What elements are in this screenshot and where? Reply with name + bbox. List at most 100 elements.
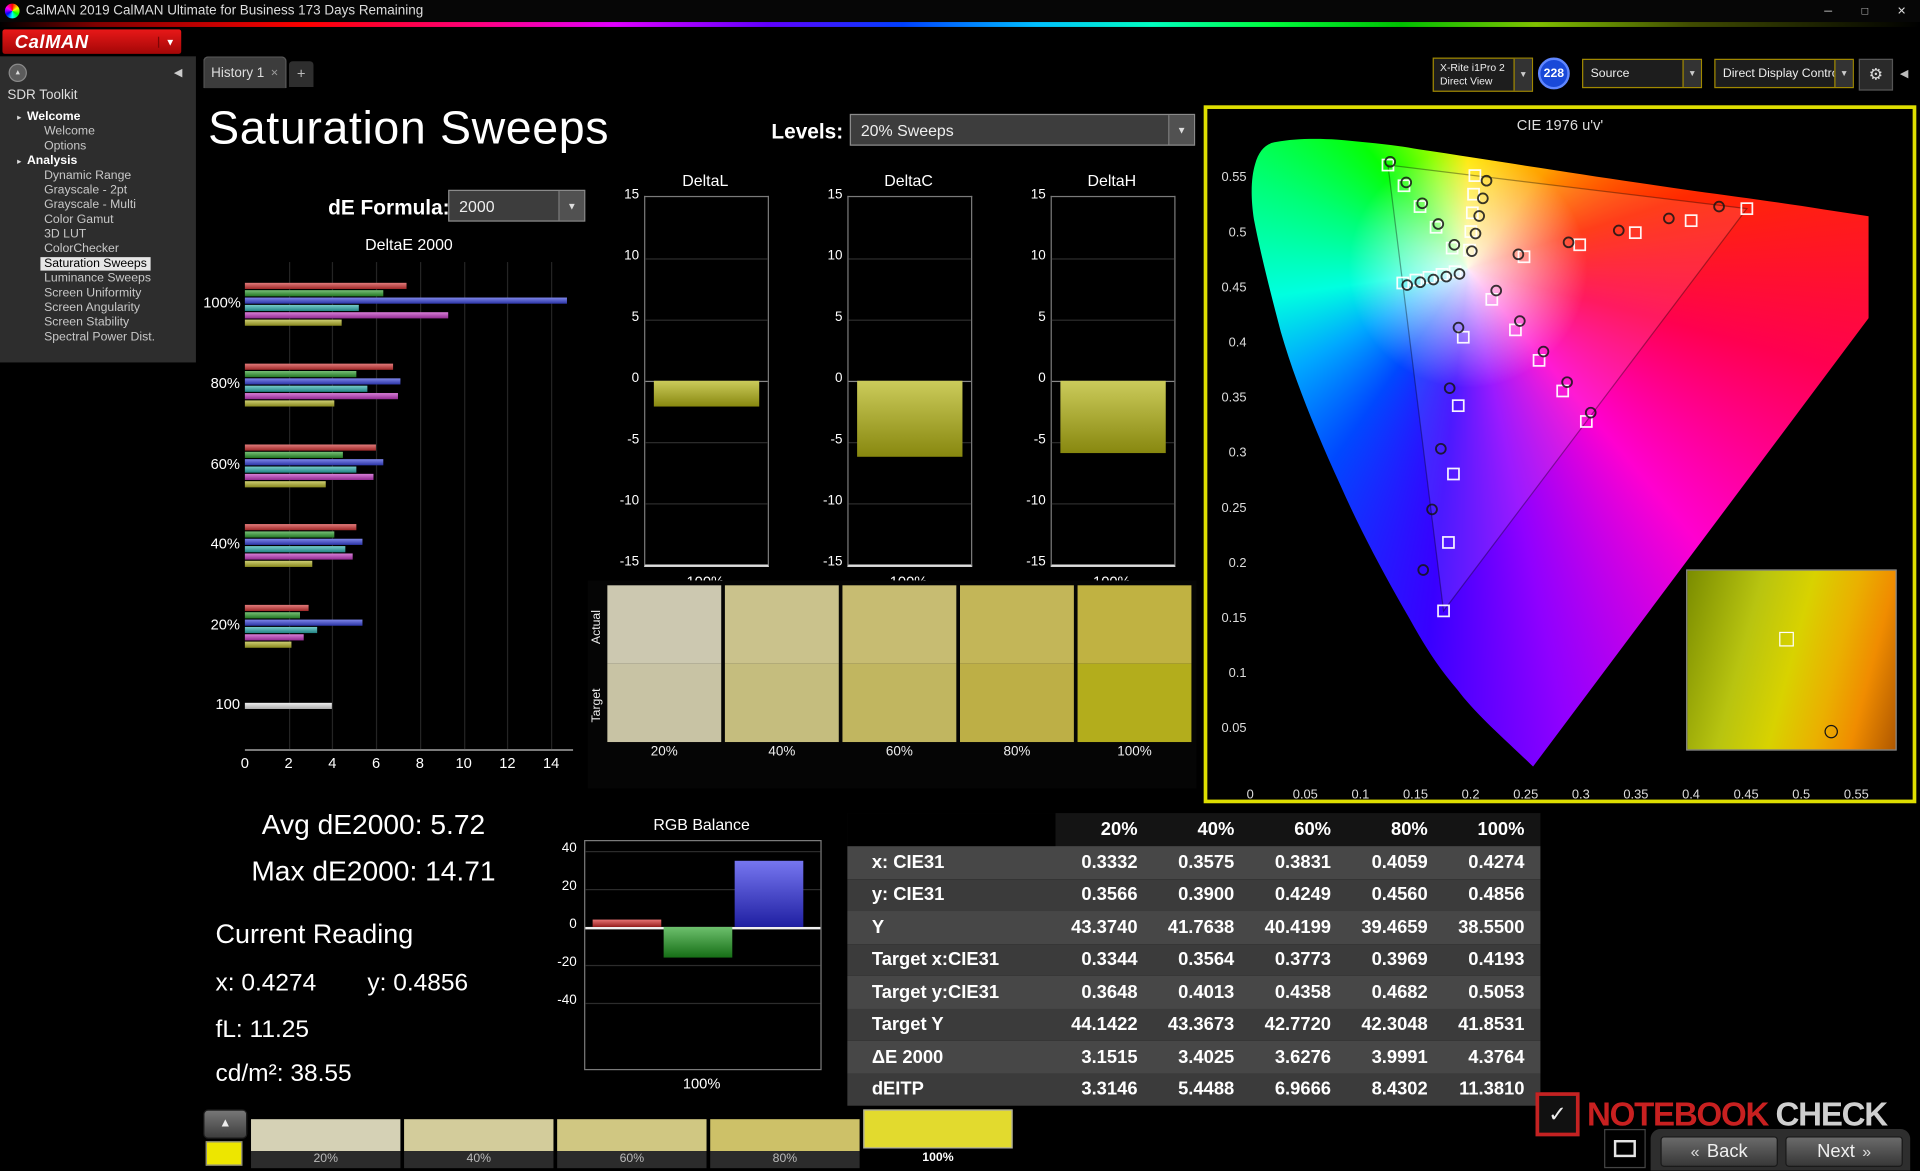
gridline bbox=[645, 319, 768, 321]
maximize-button[interactable]: □ bbox=[1847, 0, 1884, 22]
axis-tick-label: 0.35 bbox=[1623, 787, 1649, 803]
sidebar-item-color-gamut[interactable]: Color Gamut bbox=[0, 213, 196, 228]
deltae-bar-40%-magenta bbox=[244, 552, 353, 559]
sidebar-item-luminance-sweeps[interactable]: Luminance Sweeps bbox=[0, 272, 196, 287]
gridline bbox=[848, 258, 972, 260]
meter-dropdown[interactable]: X-Rite i1Pro 2 Direct View ▼ bbox=[1432, 57, 1534, 92]
axis-tick-label: -15 bbox=[1026, 554, 1046, 570]
sidebar-item-dynamic-range[interactable]: Dynamic Range bbox=[0, 169, 196, 184]
watermark-check: CHECK bbox=[1775, 1095, 1889, 1133]
calman-logo[interactable]: CalMAN ▼ bbox=[2, 29, 182, 54]
deltae-bar-40%-cyan bbox=[244, 545, 346, 552]
back-button[interactable]: « Back bbox=[1660, 1136, 1778, 1167]
table-cell: 0.3831 bbox=[1274, 851, 1332, 873]
table-cell: 44.1422 bbox=[1071, 1014, 1138, 1036]
bottom-swatch-40%[interactable]: 40% bbox=[404, 1119, 554, 1169]
axis-tick-label: -40 bbox=[557, 993, 577, 1008]
sidebar-item-spectral-power-dist-[interactable]: Spectral Power Dist. bbox=[0, 331, 196, 346]
bottom-swatch-60%[interactable]: 60% bbox=[557, 1119, 707, 1169]
bottom-swatch-80%[interactable]: 80% bbox=[710, 1119, 860, 1169]
sidebar-item-screen-stability[interactable]: Screen Stability bbox=[0, 316, 196, 331]
sidebar-item-label: Welcome bbox=[26, 110, 81, 124]
deltae-bar-80%-yellow bbox=[244, 399, 335, 406]
close-button[interactable]: ✕ bbox=[1883, 0, 1920, 22]
eject-button[interactable]: ▲ bbox=[203, 1109, 248, 1139]
bottom-swatch-20%[interactable]: 20% bbox=[251, 1119, 401, 1169]
workflow-menu-button[interactable]: ▴ bbox=[8, 63, 27, 83]
axis-tick-label: 0.05 bbox=[1292, 787, 1318, 803]
swatch-label: 80% bbox=[710, 1151, 860, 1169]
sidebar-item-colorchecker[interactable]: ColorChecker bbox=[0, 242, 196, 257]
table-header-cell bbox=[847, 813, 1056, 847]
target-swatch bbox=[1077, 663, 1192, 743]
bottom-swatch-100%[interactable]: 100% bbox=[863, 1109, 1013, 1169]
next-button[interactable]: Next » bbox=[1785, 1136, 1903, 1167]
sidebar-item-grayscale-multi[interactable]: Grayscale - Multi bbox=[0, 198, 196, 213]
table-cell: 0.3969 bbox=[1371, 949, 1428, 971]
inset-target-marker bbox=[1778, 631, 1794, 647]
axis-tick-label: -15 bbox=[619, 554, 640, 570]
sidebar-item-analysis[interactable]: ▸ Analysis bbox=[0, 154, 196, 169]
x-axis-label: 100% bbox=[682, 1075, 721, 1093]
sidebar-item-screen-uniformity[interactable]: Screen Uniformity bbox=[0, 287, 196, 302]
tab-history-1[interactable]: History 1 ✕ bbox=[203, 56, 287, 89]
sidebar-item-options[interactable]: Options bbox=[0, 140, 196, 155]
gridline bbox=[585, 964, 821, 967]
avg-de2000-reading: Avg dE2000: 5.72 bbox=[261, 808, 486, 841]
notebookcheck-logo-icon: ✓ bbox=[1535, 1092, 1580, 1137]
table-row: Y 43.3740 41.7638 40.4199 39.4659 38.5500 bbox=[847, 911, 1541, 944]
axis-tick-label: 6 bbox=[372, 754, 381, 772]
levels-dropdown[interactable]: 20% Sweeps ▼ bbox=[849, 113, 1196, 146]
axis-tick-label: 40 bbox=[561, 841, 577, 856]
table-cell: 0.4856 bbox=[1468, 884, 1525, 906]
add-tab-button[interactable]: + bbox=[288, 61, 314, 87]
axis-tick-label: 0.55 bbox=[1221, 170, 1247, 185]
tab-close-icon[interactable]: ✕ bbox=[270, 67, 278, 78]
collapse-panel-icon[interactable]: ◀ bbox=[1894, 59, 1914, 88]
de-formula-dropdown[interactable]: 2000 ▼ bbox=[448, 189, 586, 222]
chevron-down-icon: ▼ bbox=[1834, 60, 1853, 87]
chevron-down-icon: ▼ bbox=[157, 36, 181, 48]
workflow-tree: ▸ Welcome Welcome Options ▸ Analysis Dynamic R… bbox=[0, 110, 196, 345]
display-control-dropdown[interactable]: Direct Display Control ▼ bbox=[1714, 58, 1854, 89]
sidebar-item-welcome[interactable]: ▸ Welcome bbox=[0, 110, 196, 125]
sidebar-item-label: Screen Angularity bbox=[44, 301, 141, 315]
sidebar-item-screen-angularity[interactable]: Screen Angularity bbox=[0, 301, 196, 316]
cie-1976-chart: CIE 1976 u'v' 0 0.05 0.1 0.15 0.2 0.25 0.3 0.35… bbox=[1203, 105, 1917, 804]
sidebar-item-3d-lut[interactable]: 3D LUT bbox=[0, 228, 196, 243]
sidebar-item-saturation-sweeps[interactable]: Saturation Sweeps bbox=[0, 257, 196, 272]
swatch-label: 20% bbox=[650, 744, 678, 760]
axis-tick-label: 5 bbox=[1038, 309, 1046, 325]
table-cell: 3.1515 bbox=[1081, 1046, 1138, 1068]
minimize-button[interactable]: ─ bbox=[1810, 0, 1847, 22]
sidebar-item-grayscale-2pt[interactable]: Grayscale - 2pt bbox=[0, 184, 196, 199]
deltae-bar-20%-yellow bbox=[244, 641, 291, 648]
source-dropdown[interactable]: Source ▼ bbox=[1582, 58, 1703, 89]
axis-tick-label: 0 bbox=[1246, 787, 1254, 803]
deltaL-bar bbox=[653, 380, 760, 407]
workflow-title: SDR Toolkit bbox=[7, 88, 78, 103]
sidebar-collapse-icon[interactable]: ◀ bbox=[174, 66, 182, 79]
actual-swatch bbox=[960, 585, 1074, 664]
table-cell: 42.7720 bbox=[1264, 1014, 1332, 1036]
y-axis: 15 10 5 0 -5 -10 -15 bbox=[1016, 171, 1045, 602]
y-axis: 40 20 0 -20 -40 bbox=[547, 816, 579, 1107]
deltal-chart: DeltaL 151050-5-10-15 100% bbox=[610, 171, 769, 602]
table-cell: 0.4682 bbox=[1371, 981, 1428, 1003]
reading-count-badge[interactable]: 228 bbox=[1537, 57, 1570, 90]
gear-icon[interactable]: ⚙ bbox=[1858, 58, 1894, 91]
axis-tick-label: 14 bbox=[542, 754, 560, 772]
axis-tick-label: -10 bbox=[619, 493, 640, 509]
table-cell: 3.3146 bbox=[1081, 1079, 1138, 1100]
axis-tick-label: 0.1 bbox=[1228, 666, 1247, 681]
table-cell: 0.4059 bbox=[1371, 851, 1428, 873]
current-color-indicator bbox=[205, 1141, 243, 1166]
gridline bbox=[376, 262, 378, 750]
rgb-bar-blue bbox=[734, 860, 804, 927]
target-swatch bbox=[842, 663, 957, 743]
sidebar-item-welcome[interactable]: Welcome bbox=[0, 125, 196, 140]
swatch-color bbox=[557, 1119, 707, 1152]
swatch-label: 40% bbox=[404, 1151, 554, 1169]
target-swatch bbox=[607, 663, 722, 743]
calman-logo-text: CalMAN bbox=[14, 31, 89, 53]
